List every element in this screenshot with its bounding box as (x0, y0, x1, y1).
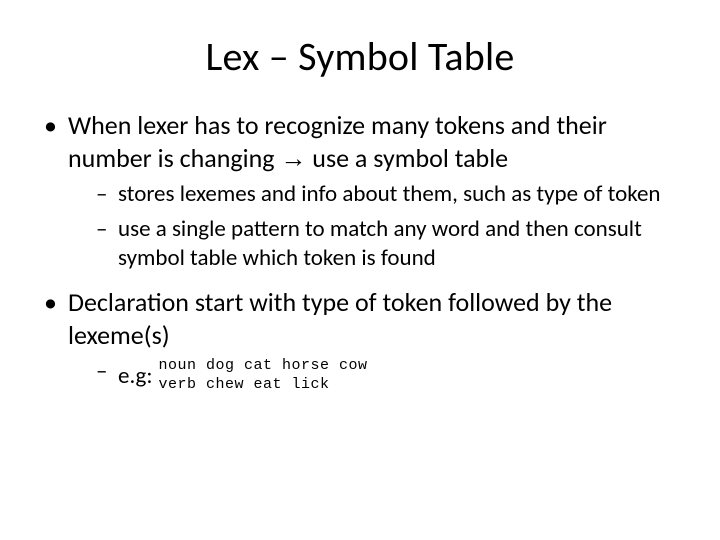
bullet-text: Declaration start with type of token fol… (68, 286, 612, 351)
example-wrap: e.g: noun dog cat horse cow verb chew ea… (118, 357, 680, 395)
sub-bullet-list: stores lexemes and info about them, such… (96, 180, 680, 272)
arrow-icon: → (280, 143, 306, 173)
sub-bullet-item: stores lexemes and info about them, such… (96, 180, 680, 209)
sub-bullet-item: use a single pattern to match any word a… (96, 215, 680, 273)
sub-bullet-list: e.g: noun dog cat horse cow verb chew ea… (96, 357, 680, 395)
example-label: e.g: (118, 362, 152, 391)
slide: Lex – Symbol Table When lexer has to rec… (0, 0, 720, 540)
slide-title: Lex – Symbol Table (40, 32, 680, 81)
bullet-list: When lexer has to recognize many tokens … (40, 109, 680, 395)
example-code: noun dog cat horse cow verb chew eat lic… (158, 357, 367, 395)
bullet-text-post: use a symbol table (306, 142, 508, 174)
sub-bullet-text: stores lexemes and info about them, such… (118, 180, 660, 208)
bullet-item: When lexer has to recognize many tokens … (40, 109, 680, 272)
sub-bullet-item: e.g: noun dog cat horse cow verb chew ea… (96, 357, 680, 395)
bullet-item: Declaration start with type of token fol… (40, 286, 680, 395)
sub-bullet-text: use a single pattern to match any word a… (118, 215, 642, 272)
